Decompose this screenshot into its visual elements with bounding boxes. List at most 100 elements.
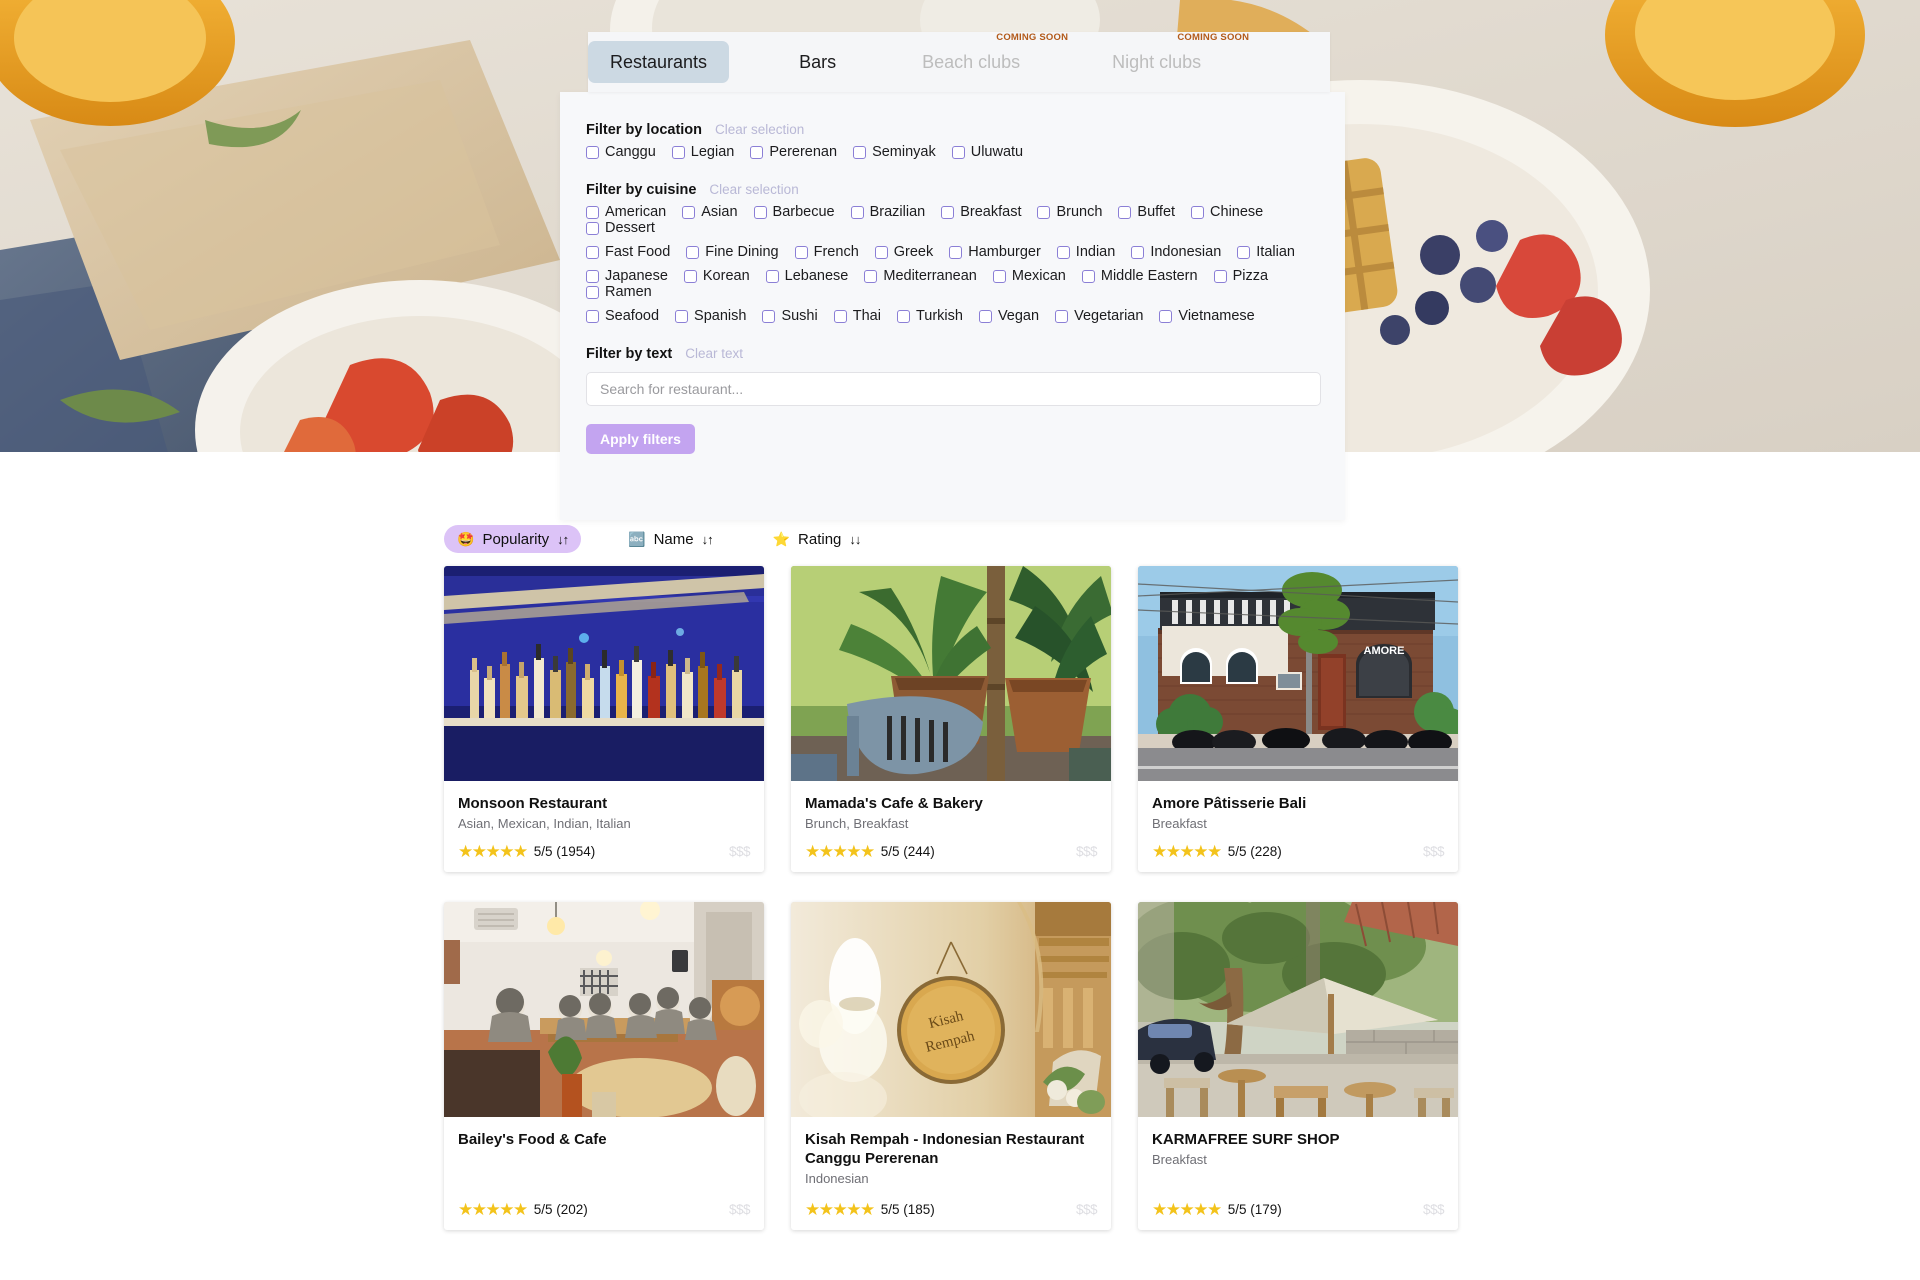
checkbox-fine-dining[interactable]: Fine Dining	[686, 244, 779, 260]
restaurant-card[interactable]: Mamada's Cafe & Bakery Brunch, Breakfast…	[791, 566, 1111, 873]
checkbox-box-icon[interactable]	[833, 309, 847, 323]
checkbox-box-icon[interactable]	[1118, 205, 1132, 219]
restaurant-card[interactable]: Monsoon Restaurant Asian, Mexican, India…	[444, 566, 764, 873]
checkbox-brunch[interactable]: Brunch	[1037, 204, 1102, 220]
checkbox-box-icon[interactable]	[686, 245, 700, 259]
checkbox-box-icon[interactable]	[794, 245, 808, 259]
checkbox-lebanese[interactable]: Lebanese	[765, 268, 848, 284]
checkbox-box-icon[interactable]	[941, 205, 955, 219]
checkbox-greek[interactable]: Greek	[874, 244, 933, 260]
clear-location-selection-link[interactable]: Clear selection	[715, 122, 804, 137]
checkbox-box-icon[interactable]	[1131, 245, 1145, 259]
checkbox-box-icon[interactable]	[586, 269, 599, 283]
checkbox-box-icon[interactable]	[753, 205, 767, 219]
checkbox-french[interactable]: French	[794, 244, 859, 260]
checkbox-vegetarian[interactable]: Vegetarian	[1055, 308, 1143, 324]
checkbox-hamburger[interactable]: Hamburger	[949, 244, 1041, 260]
checkbox-label: Seafood	[605, 308, 660, 324]
checkbox-buffet[interactable]: Buffet	[1118, 204, 1175, 220]
checkbox-box-icon[interactable]	[675, 309, 689, 323]
checkbox-box-icon[interactable]	[896, 309, 910, 323]
restaurant-card[interactable]: Bailey's Food & Cafe ★★★★★ 5/5 (202) $$$	[444, 902, 764, 1231]
tab-night-clubs[interactable]: Night clubs COMING SOON	[1090, 32, 1249, 83]
checkbox-box-icon[interactable]	[765, 269, 779, 283]
search-input[interactable]	[598, 380, 1309, 398]
checkbox-vietnamese[interactable]: Vietnamese	[1159, 308, 1255, 324]
checkbox-box-icon[interactable]	[850, 205, 864, 219]
checkbox-box-icon[interactable]	[864, 269, 878, 283]
checkbox-uluwatu[interactable]: Uluwatu	[951, 144, 1023, 160]
checkbox-barbecue[interactable]: Barbecue	[753, 204, 835, 220]
checkbox-fast-food[interactable]: Fast Food	[586, 244, 670, 260]
checkbox-japanese[interactable]: Japanese	[586, 268, 668, 284]
checkbox-mediterranean[interactable]: Mediterranean	[864, 268, 977, 284]
checkbox-asian[interactable]: Asian	[682, 204, 738, 220]
checkbox-box-icon[interactable]	[951, 145, 965, 159]
checkbox-box-icon[interactable]	[1213, 269, 1227, 283]
restaurant-card[interactable]: Kisah Rempah Kisah Rempah - Indonesian R…	[791, 902, 1111, 1231]
checkbox-box-icon[interactable]	[1159, 309, 1173, 323]
restaurant-card[interactable]: AMORE Amore Pâtisserie Bali Breakfast ★★…	[1138, 566, 1458, 873]
checkbox-box-icon[interactable]	[1237, 245, 1251, 259]
checkbox-middle-eastern[interactable]: Middle Eastern	[1081, 268, 1198, 284]
checkbox-box-icon[interactable]	[1037, 205, 1051, 219]
checkbox-box-icon[interactable]	[586, 309, 599, 323]
restaurant-name: Mamada's Cafe & Bakery	[805, 795, 983, 812]
restaurant-card-body: Amore Pâtisserie Bali Breakfast	[1138, 781, 1458, 833]
checkbox-chinese[interactable]: Chinese	[1191, 204, 1263, 220]
checkbox-box-icon[interactable]	[978, 309, 992, 323]
checkbox-box-icon[interactable]	[762, 309, 776, 323]
checkbox-legian[interactable]: Legian	[671, 144, 734, 160]
checkbox-pizza[interactable]: Pizza	[1213, 268, 1268, 284]
checkbox-brazilian[interactable]: Brazilian	[850, 204, 925, 220]
clear-text-link[interactable]: Clear text	[685, 346, 743, 361]
search-input-wrapper[interactable]	[586, 372, 1321, 406]
checkbox-italian[interactable]: Italian	[1237, 244, 1295, 260]
tab-bars[interactable]: Bars	[777, 41, 858, 83]
checkbox-box-icon[interactable]	[1055, 309, 1069, 323]
checkbox-vegan[interactable]: Vegan	[978, 308, 1039, 324]
sort-by-popularity-button[interactable]: 🤩 Popularity ↓↑	[444, 525, 582, 553]
checkbox-mexican[interactable]: Mexican	[992, 268, 1066, 284]
checkbox-box-icon[interactable]	[1081, 269, 1095, 283]
clear-cuisine-selection-link[interactable]: Clear selection	[709, 182, 798, 197]
checkbox-box-icon[interactable]	[586, 205, 599, 219]
checkbox-box-icon[interactable]	[949, 245, 963, 259]
checkbox-dessert[interactable]: Dessert	[586, 220, 655, 236]
sort-by-rating-button[interactable]: ⭐ Rating ↓↓	[760, 525, 874, 553]
checkbox-box-icon[interactable]	[683, 269, 697, 283]
checkbox-indonesian[interactable]: Indonesian	[1131, 244, 1221, 260]
checkbox-label: Middle Eastern	[1100, 268, 1198, 284]
checkbox-seminyak[interactable]: Seminyak	[853, 144, 936, 160]
checkbox-breakfast[interactable]: Breakfast	[941, 204, 1021, 220]
rating-value: 5/5 (244)	[880, 844, 935, 860]
checkbox-pererenan[interactable]: Pererenan	[750, 144, 837, 160]
checkbox-seafood[interactable]: Seafood	[586, 308, 659, 324]
tab-restaurants[interactable]: Restaurants	[588, 41, 730, 83]
checkbox-box-icon[interactable]	[750, 145, 764, 159]
checkbox-box-icon[interactable]	[586, 145, 599, 159]
checkbox-indian[interactable]: Indian	[1056, 244, 1115, 260]
checkbox-box-icon[interactable]	[586, 285, 599, 299]
checkbox-box-icon[interactable]	[853, 145, 867, 159]
checkbox-spanish[interactable]: Spanish	[675, 308, 746, 324]
checkbox-thai[interactable]: Thai	[833, 308, 881, 324]
checkbox-box-icon[interactable]	[1191, 205, 1205, 219]
checkbox-sushi[interactable]: Sushi	[762, 308, 818, 324]
checkbox-box-icon[interactable]	[586, 245, 599, 259]
checkbox-box-icon[interactable]	[992, 269, 1006, 283]
restaurant-card[interactable]: KARMAFREE SURF SHOP Breakfast ★★★★★ 5/5 …	[1138, 902, 1458, 1231]
checkbox-korean[interactable]: Korean	[683, 268, 750, 284]
checkbox-ramen[interactable]: Ramen	[586, 284, 652, 300]
checkbox-box-icon[interactable]	[586, 221, 599, 235]
checkbox-american[interactable]: American	[586, 204, 666, 220]
checkbox-box-icon[interactable]	[874, 245, 888, 259]
checkbox-canggu[interactable]: Canggu	[586, 144, 656, 160]
checkbox-box-icon[interactable]	[1056, 245, 1070, 259]
checkbox-box-icon[interactable]	[671, 145, 685, 159]
checkbox-turkish[interactable]: Turkish	[896, 308, 963, 324]
sort-by-name-button[interactable]: 🔤 Name ↓↑	[615, 525, 725, 553]
tab-beach-clubs[interactable]: Beach clubs COMING SOON	[900, 32, 1068, 83]
apply-filters-button[interactable]: Apply filters	[586, 424, 695, 454]
checkbox-box-icon[interactable]	[682, 205, 696, 219]
